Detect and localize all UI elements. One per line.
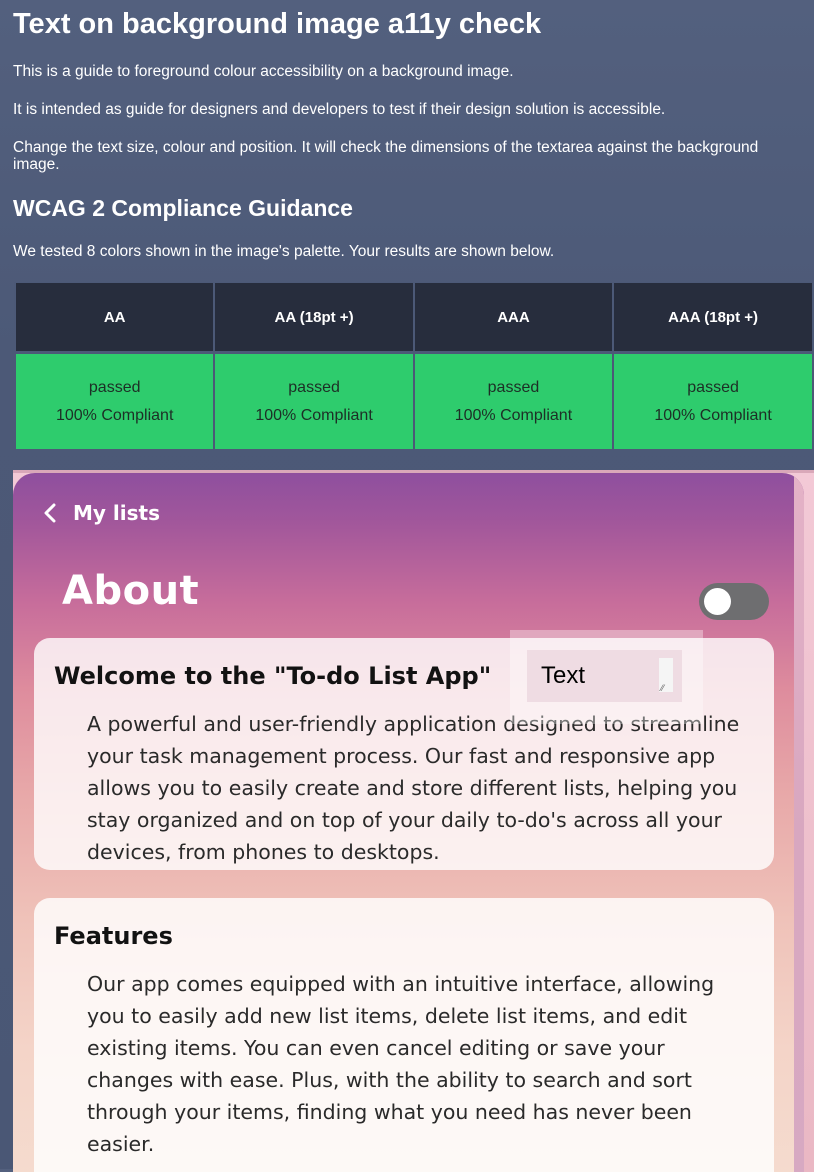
- features-card: Features Our app comes equipped with an …: [34, 898, 774, 1172]
- back-link: My lists: [41, 501, 160, 525]
- textarea-container: Text ⁄⁄: [527, 650, 682, 702]
- results-row: passed 100% Compliant passed 100% Compli…: [13, 351, 814, 450]
- results-table: AA AA (18pt +) AAA AAA (18pt +) passed 1…: [13, 282, 814, 450]
- resize-handle-icon[interactable]: ⁄⁄: [661, 683, 671, 693]
- result-cell-aaa: passed 100% Compliant: [412, 351, 614, 450]
- results-header-row: AA AA (18pt +) AAA AAA (18pt +): [13, 282, 814, 353]
- background-image-preview: My lists About Welcome to the "To-do Lis…: [13, 470, 814, 1172]
- column-header-aaa: AAA: [412, 282, 614, 353]
- result-score: 100% Compliant: [55, 406, 174, 424]
- phone-edge: [794, 473, 804, 1172]
- compliance-summary: We tested 8 colors shown in the image's …: [13, 243, 555, 260]
- result-status: passed: [288, 378, 340, 396]
- result-cell-aa: passed 100% Compliant: [13, 351, 215, 450]
- result-cell-aaa-large: passed 100% Compliant: [612, 351, 814, 450]
- toggle-switch: [699, 583, 769, 620]
- result-score: 100% Compliant: [454, 406, 573, 424]
- welcome-body: A powerful and user-friendly application…: [87, 712, 740, 864]
- intro-text-3: Change the text size, colour and positio…: [13, 139, 759, 173]
- intro-text-2: It is intended as guide for designers an…: [13, 101, 666, 118]
- column-header-aaa-large: AAA (18pt +): [612, 282, 814, 353]
- back-link-label: My lists: [73, 501, 160, 525]
- column-header-aa-large: AA (18pt +): [213, 282, 415, 353]
- result-score: 100% Compliant: [654, 406, 772, 424]
- result-score: 100% Compliant: [255, 406, 373, 424]
- intro-text-1: This is a guide to foreground colour acc…: [13, 63, 514, 80]
- result-status: passed: [487, 378, 540, 396]
- result-status: passed: [88, 378, 141, 396]
- result-cell-aa-large: passed 100% Compliant: [213, 351, 415, 450]
- welcome-heading: Welcome to the "To-do List App": [54, 662, 492, 690]
- about-title: About: [62, 568, 200, 614]
- chevron-left-icon: [44, 503, 56, 523]
- column-header-aa: AA: [13, 282, 215, 353]
- page-title: Text on background image a11y check: [13, 8, 542, 40]
- features-body: Our app comes equipped with an intuitive…: [87, 972, 715, 1156]
- app-screenshot: My lists About Welcome to the "To-do Lis…: [13, 473, 804, 1172]
- draggable-text-overlay[interactable]: Text ⁄⁄: [510, 630, 703, 724]
- overlay-textarea[interactable]: Text: [535, 658, 675, 692]
- features-heading: Features: [54, 922, 173, 950]
- result-status: passed: [687, 378, 739, 396]
- compliance-heading: WCAG 2 Compliance Guidance: [13, 195, 353, 221]
- toggle-knob: [704, 588, 731, 615]
